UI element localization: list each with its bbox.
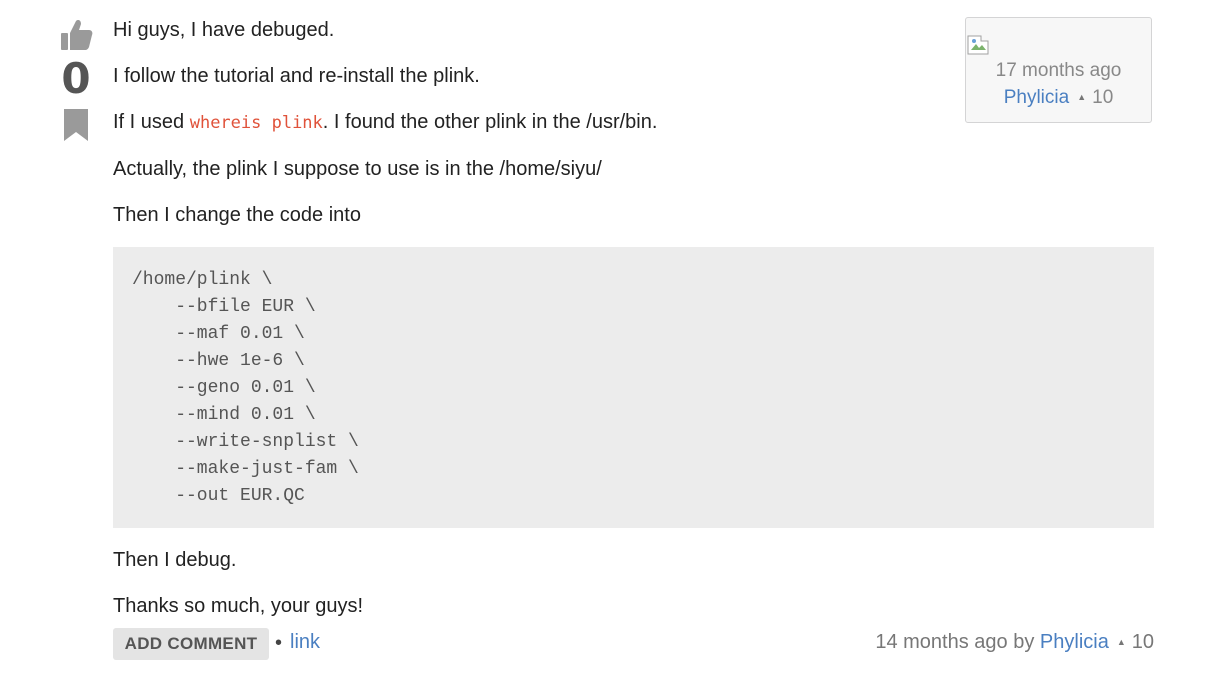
post-paragraph: If I used whereis plink. I found the oth… <box>113 109 657 136</box>
post-paragraph: Hi guys, I have debuged. <box>113 19 335 41</box>
user-card-reputation: 10 <box>1092 87 1114 108</box>
separator-bullet: • <box>275 632 283 654</box>
post-meta-username[interactable]: Phylicia <box>1040 631 1109 653</box>
vote-score: 0 <box>61 54 91 103</box>
post-text: . I found the other plink in the /usr/bi… <box>322 111 658 133</box>
post-paragraph: Then I debug. <box>113 549 237 571</box>
post-paragraph: Thanks so much, your guys! <box>113 595 364 617</box>
post-paragraph: I follow the tutorial and re-install the… <box>113 65 480 87</box>
post-meta-time: 14 months ago by <box>875 631 1040 653</box>
reputation-triangle-icon: ▲ <box>1116 637 1126 647</box>
add-comment-button[interactable]: ADD COMMENT <box>113 628 269 660</box>
post-paragraph: Actually, the plink I suppose to use is … <box>113 158 602 180</box>
user-card-time: 17 months ago <box>995 60 1122 81</box>
inline-code: whereis plink <box>189 113 323 133</box>
user-card-username[interactable]: Phylicia <box>1004 87 1069 108</box>
thumbs-up-icon[interactable] <box>59 18 93 52</box>
post-paragraph: Then I change the code into <box>113 204 361 226</box>
vote-column: 0 <box>56 18 96 142</box>
reputation-triangle-icon: ▲ <box>1077 92 1087 102</box>
post-text: If I used <box>113 111 190 133</box>
post-meta-reputation: 10 <box>1131 631 1154 653</box>
bookmark-icon[interactable] <box>63 108 89 142</box>
user-card: 17 months ago Phylicia ▲ 10 <box>965 17 1152 123</box>
post-meta: 14 months ago by Phylicia ▲ 10 <box>875 631 1154 654</box>
broken-image-icon <box>967 35 989 55</box>
user-card-info: Phylicia ▲ 10 <box>966 87 1151 109</box>
code-block: /home/plink \ --bfile EUR \ --maf 0.01 \… <box>113 247 1154 528</box>
permalink[interactable]: link <box>290 631 320 654</box>
